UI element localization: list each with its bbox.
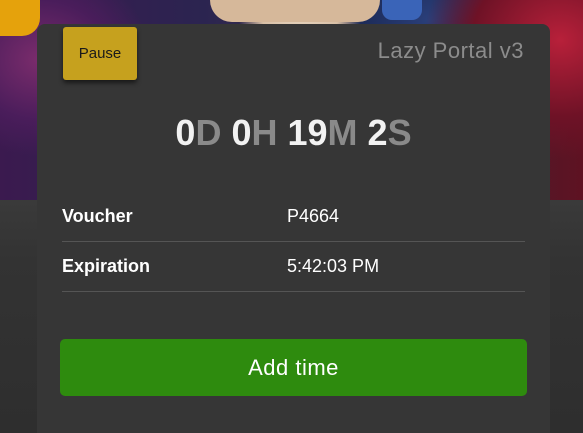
expiration-label: Expiration	[62, 256, 151, 276]
expiration-value: 5:42:03 PM	[287, 256, 380, 276]
voucher-card: Pause Lazy Portal v3 0D 0H 19M 2S Voucher P…	[37, 24, 550, 433]
countdown-days: 0	[175, 112, 196, 153]
countdown-hours: 0	[231, 112, 252, 153]
countdown-minutes-unit: M	[327, 112, 358, 153]
countdown-hours-unit: H	[251, 112, 278, 153]
background-artwork-shape	[210, 0, 380, 22]
voucher-row: Voucher P4664	[62, 192, 525, 242]
countdown-timer: 0D 0H 19M 2S	[37, 112, 550, 154]
background-artwork-shape	[0, 0, 40, 36]
countdown-seconds-unit: S	[387, 112, 412, 153]
countdown-minutes: 19	[287, 112, 328, 153]
voucher-value: P4664	[287, 206, 340, 226]
voucher-info-table: Voucher P4664 Expiration 5:42:03 PM	[62, 192, 525, 292]
expiration-row: Expiration 5:42:03 PM	[62, 242, 525, 292]
portal-title: Lazy Portal v3	[377, 38, 524, 63]
add-time-button[interactable]: Add time	[60, 339, 527, 396]
pause-button[interactable]: Pause	[63, 27, 137, 80]
countdown-seconds: 2	[367, 112, 388, 153]
voucher-label: Voucher	[62, 206, 133, 226]
background-artwork-shape	[382, 0, 422, 20]
countdown-days-unit: D	[195, 112, 222, 153]
